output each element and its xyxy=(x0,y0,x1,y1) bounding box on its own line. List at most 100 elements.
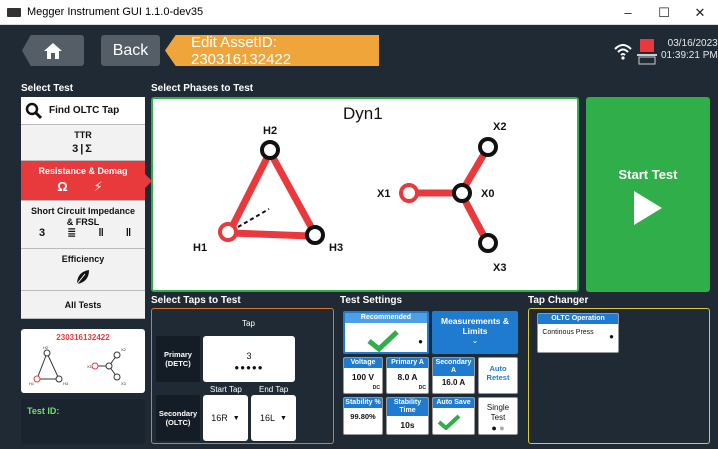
close-button[interactable]: ✕ xyxy=(682,0,718,25)
svg-text:X1: X1 xyxy=(87,364,93,369)
end-tap-dropdown[interactable]: 16L ▼ xyxy=(251,395,296,441)
maximize-button[interactable]: ☐ xyxy=(646,0,682,25)
voltage-tile[interactable]: Voltage 100 V DC xyxy=(343,357,383,394)
toggle-dots: ● xyxy=(609,332,614,341)
auto-retest-tile[interactable]: Auto Retest xyxy=(478,357,518,394)
voltage-label: Voltage xyxy=(344,358,382,368)
stability-time-tile[interactable]: Stability Time 10s xyxy=(386,397,429,435)
stability-label: Stability % xyxy=(344,398,382,408)
select-phases-heading: Select Phases to Test xyxy=(151,83,254,94)
tap-changer-panel: OLTC Operation Continous Press ● xyxy=(528,308,710,444)
vector-group-label: Dyn1 xyxy=(343,104,383,123)
measurements-limits-tile[interactable]: Measurements & Limits ⌄ xyxy=(432,311,518,354)
thumb-h1: H1 xyxy=(29,381,35,386)
primary-a-tile[interactable]: Primary A 8.0 A DC xyxy=(386,357,429,394)
start-tap-dropdown[interactable]: 16R ▼ xyxy=(203,395,248,441)
dc-label: DC xyxy=(418,385,426,391)
test-settings-heading: Test Settings xyxy=(340,295,403,306)
secondary-label: Secondary (OLTC) xyxy=(156,395,200,441)
primary-label: Primary (DETC) xyxy=(156,336,200,382)
asset-card[interactable]: 230316132422 H2 H1 H3 X1 X2 X3 xyxy=(21,329,145,393)
terminal-h3[interactable] xyxy=(305,225,325,245)
auto-save-label: Auto Save xyxy=(433,398,474,408)
test-item-label: All Tests xyxy=(64,299,102,310)
toggle-dots: ● xyxy=(418,337,423,346)
recommended-tile[interactable]: Recommended ● xyxy=(343,311,429,354)
terminal-x1[interactable] xyxy=(399,183,419,203)
ttr-icon: 3|Σ xyxy=(72,143,94,155)
terminal-h2[interactable] xyxy=(260,140,280,160)
auto-save-tile[interactable]: Auto Save xyxy=(432,397,475,435)
thumb-h3: H3 xyxy=(63,381,69,386)
test-item-resistance-demag[interactable]: Resistance & Demag Ω⚡ xyxy=(21,161,152,201)
secondary-a-tile[interactable]: Secondary A 16.0 A xyxy=(432,357,475,394)
edit-asset-id-button[interactable]: Edit AssetID: 230316132422 xyxy=(165,35,379,66)
leaf-icon xyxy=(76,270,89,285)
play-icon xyxy=(634,191,662,225)
stability-time-label: Stability Time xyxy=(387,398,428,416)
test-item-label: Find OLTC Tap xyxy=(49,105,120,116)
start-tap-value: 16R xyxy=(211,413,228,423)
transformer-thumbnail: H2 H1 H3 X1 X2 X3 xyxy=(29,345,127,386)
checkmark-icon xyxy=(367,330,399,352)
test-item-efficiency[interactable]: Efficiency xyxy=(21,249,145,291)
wifi-icon xyxy=(614,44,632,60)
oltc-operation-tile[interactable]: OLTC Operation Continous Press ● xyxy=(537,313,619,353)
phases-panel: Dyn1 H2 H1 H3 X1 X0 X2 X3 xyxy=(151,97,579,292)
primary-a-label: Primary A xyxy=(387,358,428,368)
svg-text:X3: X3 xyxy=(121,381,127,386)
measurements-label: Measurements & Limits xyxy=(440,316,510,336)
date-text: 03/16/2023 xyxy=(667,38,718,49)
terminal-x2[interactable] xyxy=(478,137,498,157)
test-id-box[interactable]: Test ID: xyxy=(21,399,145,444)
battery-icon xyxy=(637,39,657,65)
back-button[interactable]: Back xyxy=(101,35,160,66)
primary-a-value: 8.0 A xyxy=(397,372,418,382)
stability-time-value: 10s xyxy=(400,420,415,430)
secondary-a-value: 16.0 A xyxy=(441,378,466,387)
stability-value: 99.80% xyxy=(350,412,376,421)
test-item-label: TTR xyxy=(74,130,92,140)
window-controls: – ☐ ✕ xyxy=(610,0,718,25)
test-menu: Find OLTC Tap TTR 3|Σ Resistance & Demag… xyxy=(21,97,152,319)
primary-tap-selector[interactable]: 3 ●●●●● xyxy=(203,336,295,382)
start-test-label: Start Test xyxy=(618,167,678,182)
label-h2: H2 xyxy=(263,125,277,137)
test-item-all-tests[interactable]: All Tests xyxy=(21,291,145,319)
select-taps-heading: Select Taps to Test xyxy=(151,295,241,306)
time-text: 01:39:21 PM xyxy=(661,50,718,61)
taps-panel: Tap Primary (DETC) 3 ●●●●● Start Tap End… xyxy=(151,308,334,444)
recommended-label: Recommended xyxy=(345,313,427,323)
terminal-h1[interactable] xyxy=(218,222,238,242)
svg-text:X2: X2 xyxy=(121,347,127,352)
settings-panel: Recommended ● Measurements & Limits ⌄ Vo… xyxy=(340,308,522,444)
window-title: Megger Instrument GUI 1.1.0-dev35 xyxy=(27,6,204,18)
test-item-find-oltc[interactable]: Find OLTC Tap xyxy=(21,97,145,125)
mode-dots: ● ● xyxy=(491,423,505,433)
end-tap-value: 16L xyxy=(260,413,276,423)
terminal-x3[interactable] xyxy=(478,233,498,253)
tap-changer-heading: Tap Changer xyxy=(528,295,589,306)
search-icon xyxy=(25,102,43,119)
chevron-down-icon: ⌄ xyxy=(471,336,479,345)
checkmark-icon xyxy=(437,414,461,430)
test-mode-tile[interactable]: Single Test ● ● xyxy=(478,397,518,435)
test-id-label: Test ID: xyxy=(27,406,60,416)
test-item-short-circuit[interactable]: Short Circuit Impedance & FRSL 3≣‖‖ xyxy=(21,201,145,249)
tap-position-dots: ●●●●● xyxy=(234,363,264,372)
terminal-x0[interactable] xyxy=(452,183,472,203)
dc-label: DC xyxy=(372,385,380,391)
start-test-button[interactable]: Start Test xyxy=(586,97,710,292)
minimize-button[interactable]: – xyxy=(610,0,646,25)
home-button[interactable] xyxy=(22,35,84,66)
test-item-ttr[interactable]: TTR 3|Σ xyxy=(21,125,145,161)
voltage-value: 100 V xyxy=(351,372,375,382)
test-item-label: Efficiency xyxy=(61,254,105,264)
date-time: 03/16/2023 01:39:21 PM xyxy=(661,38,718,62)
label-x0: X0 xyxy=(481,188,494,200)
chevron-down-icon: ▼ xyxy=(232,414,240,422)
tap-header: Tap xyxy=(242,319,255,328)
start-tap-label: Start Tap xyxy=(210,385,242,394)
app-header: Back Edit AssetID: 230316132422 03/16/20… xyxy=(0,26,718,76)
stability-tile[interactable]: Stability % 99.80% xyxy=(343,397,383,435)
